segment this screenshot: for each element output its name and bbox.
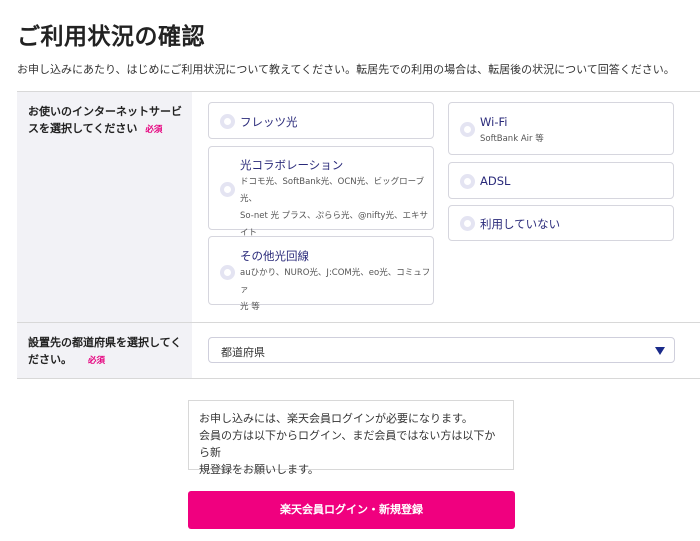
option-description: auひかり、NURO光、J:COM光、eo光、コミュファ 光 等 (240, 265, 433, 316)
desc-line: auひかり、NURO光、J:COM光、eo光、コミュファ (240, 268, 431, 295)
service-label-line1: お使いのインターネットサービ (28, 105, 182, 118)
service-label-cell: お使いのインターネットサービ スを選択してください 必須 (17, 92, 192, 322)
option-description: SoftBank Air 等 (480, 131, 544, 148)
service-label: お使いのインターネットサービ スを選択してください 必須 (28, 103, 182, 139)
page-title: ご利用状況の確認 (17, 24, 205, 50)
prefecture-select[interactable]: 都道府県 (208, 337, 675, 363)
rakuten-login-register-button[interactable]: 楽天会員ログイン・新規登録 (188, 491, 515, 529)
option-title: 光コラボレーション (240, 158, 344, 172)
option-title: フレッツ光 (240, 115, 298, 129)
prefecture-label: 設置先の都道府県を選択してく ださい。 必須 (28, 334, 181, 370)
radio-button[interactable] (460, 216, 475, 231)
option-flets[interactable]: フレッツ光 (208, 102, 434, 139)
login-notice: お申し込みには、楽天会員ログインが必要になります。 会員の方は以下からログイン、… (188, 400, 514, 476)
notice-line: 規登録をお願いします。 (199, 463, 319, 476)
prefecture-select-value: 都道府県 (221, 346, 265, 359)
notice-line: 会員の方は以下からログイン、まだ会員ではない方は以下から新 (199, 429, 496, 459)
required-badge: 必須 (145, 125, 163, 135)
option-hikari-collaboration[interactable]: 光コラボレーション ドコモ光、SoftBank光、OCN光、ビッグローブ光、 S… (208, 146, 434, 255)
intro-text: お申し込みにあたり、はじめにご利用状況について教えてください。転居先での利用の場… (17, 63, 675, 76)
prefecture-label-line2: ださい。 (28, 353, 72, 366)
radio-button[interactable] (460, 174, 475, 189)
option-adsl[interactable]: ADSL (448, 162, 674, 199)
prefecture-label-line1: 設置先の都道府県を選択してく (28, 336, 182, 349)
radio-button[interactable] (460, 122, 475, 137)
desc-line: SoftBank Air 等 (480, 134, 544, 144)
option-wifi[interactable]: Wi-Fi SoftBank Air 等 (448, 102, 674, 155)
radio-button[interactable] (220, 114, 235, 129)
notice-line: お申し込みには、楽天会員ログインが必要になります。 (199, 412, 473, 425)
desc-line: 光 等 (240, 302, 260, 312)
required-badge: 必須 (88, 356, 106, 366)
prefecture-label-cell: 設置先の都道府県を選択してく ださい。 必須 (17, 323, 192, 378)
option-title: Wi-Fi (480, 115, 508, 129)
option-not-using[interactable]: 利用していない (448, 205, 674, 241)
desc-line: ドコモ光、SoftBank光、OCN光、ビッグローブ光、 (240, 177, 425, 204)
option-other-hikari[interactable]: その他光回線 auひかり、NURO光、J:COM光、eo光、コミュファ 光 等 (208, 236, 434, 312)
option-title: その他光回線 (240, 249, 309, 263)
radio-button[interactable] (220, 182, 235, 197)
service-label-line2: スを選択してください (28, 122, 138, 135)
option-title: ADSL (480, 174, 511, 188)
chevron-down-icon[interactable] (655, 347, 665, 355)
desc-line: So-net 光 プラス、ぷらら光、@nifty光、エキサイト (240, 211, 428, 238)
radio-button[interactable] (220, 265, 235, 280)
option-title: 利用していない (480, 217, 561, 231)
